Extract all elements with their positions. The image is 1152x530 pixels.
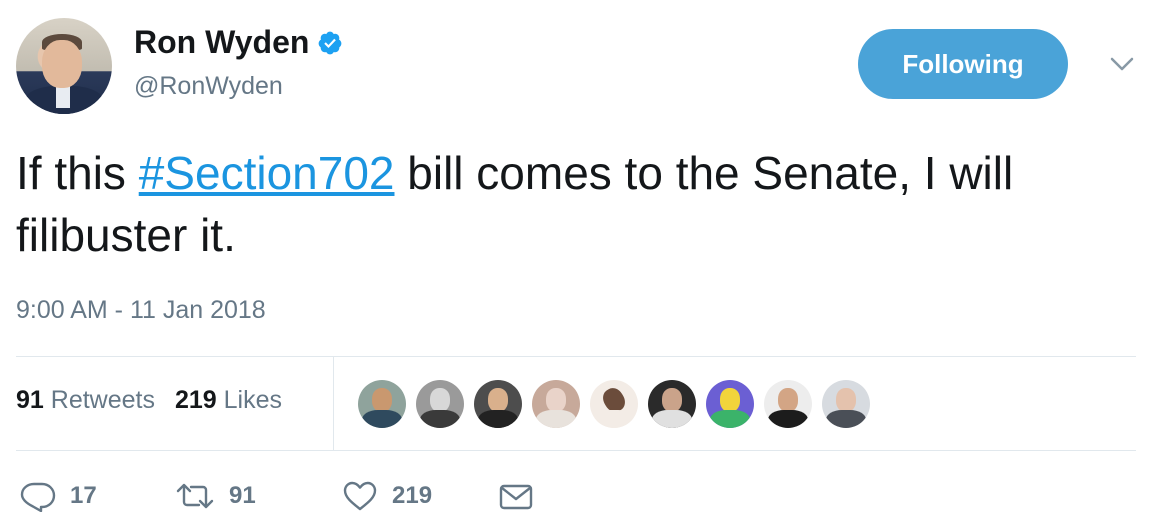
likers-avatars [358,380,880,428]
reply-icon [20,482,56,512]
verified-badge-icon [319,31,342,54]
retweets-stat[interactable]: 91 Retweets [16,386,155,415]
like-count: 219 [392,482,433,509]
liker-avatar[interactable] [358,380,406,428]
liker-avatar[interactable] [474,380,522,428]
tweet-timestamp[interactable]: 9:00 AM - 11 Jan 2018 [16,296,266,325]
divider [16,356,1136,357]
retweet-icon [176,483,214,509]
retweets-count: 91 [16,386,44,414]
like-icon [343,481,377,511]
likes-count: 219 [174,386,217,414]
following-button[interactable]: Following [858,29,1068,99]
likes-stat[interactable]: 219 Likes [175,386,282,415]
profile-avatar[interactable] [16,18,112,114]
author-name[interactable]: Ron Wyden [134,24,309,61]
liker-avatar[interactable] [764,380,812,428]
chevron-down-icon[interactable] [1108,54,1136,74]
reply-count: 17 [70,482,97,509]
likes-label: Likes [223,386,283,414]
liker-avatar[interactable] [822,380,870,428]
divider [333,357,334,450]
liker-avatar[interactable] [532,380,580,428]
hashtag-link[interactable]: #Section702 [139,147,395,199]
retweet-button[interactable]: 91 [175,480,256,512]
retweet-count: 91 [229,482,256,509]
author-handle[interactable]: @RonWyden [134,72,283,101]
divider [16,450,1136,451]
liker-avatar[interactable] [416,380,464,428]
liker-avatar[interactable] [706,380,754,428]
tweet-stats: 91 Retweets 219 Likes [16,386,302,415]
direct-message-button[interactable] [498,480,534,512]
author-header: Ron Wyden [134,24,343,61]
tweet-text: If this #Section702 bill comes to the Se… [16,142,1146,266]
retweets-label: Retweets [50,386,155,414]
reply-button[interactable]: 17 [20,480,97,512]
liker-avatar[interactable] [590,380,638,428]
tweet-text-part: If this [16,147,139,199]
like-button[interactable]: 219 [342,480,432,512]
liker-avatar[interactable] [648,380,696,428]
direct-message-icon [499,484,533,510]
